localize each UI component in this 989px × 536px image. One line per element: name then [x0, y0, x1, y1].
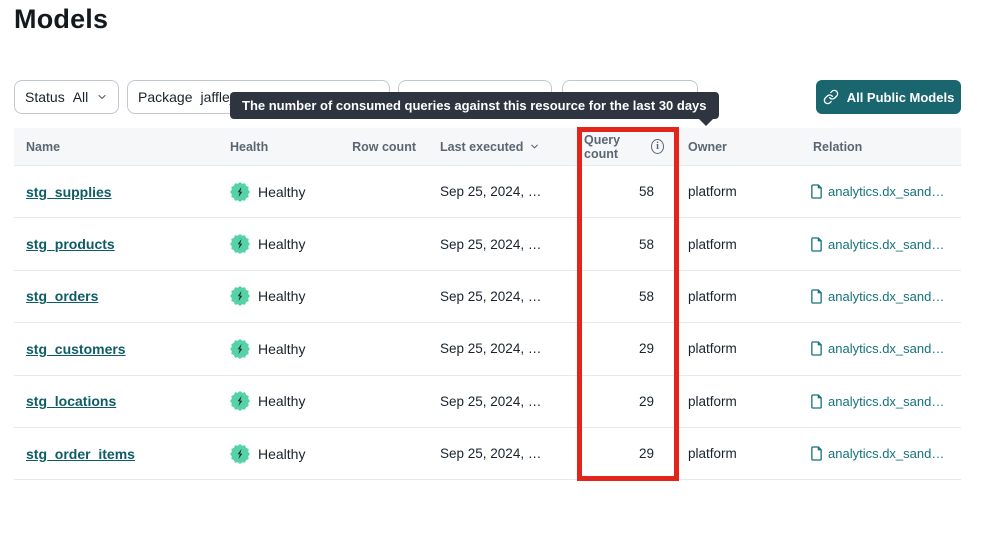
status-filter-value: All [73, 89, 89, 105]
last-executed-cell: Sep 25, 2024, … [424, 394, 564, 409]
last-executed-cell: Sep 25, 2024, … [424, 446, 564, 461]
healthy-badge-icon [230, 182, 250, 202]
owner-cell: platform [664, 394, 788, 409]
status-filter-dropdown[interactable]: Status All [14, 80, 119, 114]
relation-link[interactable]: analytics.dx_sand… [828, 289, 944, 304]
healthy-badge-icon [230, 444, 250, 464]
model-name-link[interactable]: stg_supplies [26, 184, 112, 200]
column-header-name[interactable]: Name [14, 140, 230, 154]
chevron-down-icon [96, 91, 108, 103]
column-header-last-executed[interactable]: Last executed [424, 140, 564, 154]
health-cell: Healthy [230, 391, 350, 411]
table-row: stg_products Healthy Sep 25, 2024, … 58 … [14, 218, 961, 270]
last-executed-cell: Sep 25, 2024, … [424, 237, 564, 252]
owner-cell: platform [664, 289, 788, 304]
relation-link[interactable]: analytics.dx_sand… [828, 237, 944, 252]
relation-cell[interactable]: analytics.dx_sand… [788, 446, 961, 461]
query-count-cell: 58 [564, 237, 664, 252]
healthy-badge-icon [230, 391, 250, 411]
health-cell: Healthy [230, 444, 350, 464]
owner-cell: platform [664, 237, 788, 252]
table-header-row: Name Health Row count Last executed Quer… [14, 128, 961, 166]
model-name-link[interactable]: stg_customers [26, 341, 126, 357]
table-row: stg_order_items Healthy Sep 25, 2024, … … [14, 428, 961, 480]
file-icon [810, 394, 823, 409]
column-header-query-count[interactable]: Query count i [564, 133, 664, 161]
query-count-cell: 58 [564, 289, 664, 304]
health-cell: Healthy [230, 182, 350, 202]
column-header-health[interactable]: Health [230, 140, 350, 154]
relation-link[interactable]: analytics.dx_sand… [828, 341, 944, 356]
table-row: stg_customers Healthy Sep 25, 2024, … 29… [14, 323, 961, 375]
relation-link[interactable]: analytics.dx_sand… [828, 184, 944, 199]
all-public-models-label: All Public Models [847, 90, 955, 105]
relation-cell[interactable]: analytics.dx_sand… [788, 341, 961, 356]
status-filter-label: Status [25, 89, 65, 105]
health-status-text: Healthy [258, 184, 305, 200]
health-cell: Healthy [230, 234, 350, 254]
query-count-cell: 58 [564, 184, 664, 199]
file-icon [810, 237, 823, 252]
model-name-link[interactable]: stg_products [26, 236, 115, 252]
relation-cell[interactable]: analytics.dx_sand… [788, 184, 961, 199]
relation-cell[interactable]: analytics.dx_sand… [788, 237, 961, 252]
all-public-models-button[interactable]: All Public Models [816, 80, 961, 114]
query-count-cell: 29 [564, 341, 664, 356]
health-status-text: Healthy [258, 341, 305, 357]
relation-cell[interactable]: analytics.dx_sand… [788, 394, 961, 409]
sort-chevron-icon[interactable] [529, 141, 540, 152]
relation-cell[interactable]: analytics.dx_sand… [788, 289, 961, 304]
column-header-row-count[interactable]: Row count [350, 140, 424, 154]
last-executed-cell: Sep 25, 2024, … [424, 184, 564, 199]
last-executed-cell: Sep 25, 2024, … [424, 289, 564, 304]
query-count-tooltip: The number of consumed queries against t… [230, 92, 719, 119]
file-icon [810, 341, 823, 356]
table-body: stg_supplies Healthy Sep 25, 2024, … 58 … [14, 166, 961, 480]
query-count-cell: 29 [564, 446, 664, 461]
models-page: Models Status All Package jaffle_ All Pu… [0, 0, 989, 536]
table-row: stg_orders Healthy Sep 25, 2024, … 58 pl… [14, 271, 961, 323]
health-cell: Healthy [230, 339, 350, 359]
owner-cell: platform [664, 341, 788, 356]
info-icon[interactable]: i [651, 139, 664, 154]
model-name-link[interactable]: stg_order_items [26, 446, 135, 462]
package-filter-label: Package [138, 89, 192, 105]
health-cell: Healthy [230, 286, 350, 306]
link-icon [823, 89, 839, 105]
owner-cell: platform [664, 446, 788, 461]
relation-link[interactable]: analytics.dx_sand… [828, 446, 944, 461]
last-executed-label: Last executed [440, 140, 523, 154]
healthy-badge-icon [230, 234, 250, 254]
health-status-text: Healthy [258, 288, 305, 304]
table-row: stg_supplies Healthy Sep 25, 2024, … 58 … [14, 166, 961, 218]
column-header-owner[interactable]: Owner [664, 140, 788, 154]
health-status-text: Healthy [258, 446, 305, 462]
column-header-relation[interactable]: Relation [788, 140, 961, 154]
models-table: Name Health Row count Last executed Quer… [14, 128, 961, 480]
file-icon [810, 289, 823, 304]
last-executed-cell: Sep 25, 2024, … [424, 341, 564, 356]
healthy-badge-icon [230, 339, 250, 359]
table-row: stg_locations Healthy Sep 25, 2024, … 29… [14, 376, 961, 428]
health-status-text: Healthy [258, 393, 305, 409]
query-count-label: Query count [584, 133, 646, 161]
model-name-link[interactable]: stg_orders [26, 288, 98, 304]
owner-cell: platform [664, 184, 788, 199]
query-count-cell: 29 [564, 394, 664, 409]
health-status-text: Healthy [258, 236, 305, 252]
model-name-link[interactable]: stg_locations [26, 393, 116, 409]
file-icon [810, 184, 823, 199]
healthy-badge-icon [230, 286, 250, 306]
page-title: Models [14, 4, 108, 35]
file-icon [810, 446, 823, 461]
relation-link[interactable]: analytics.dx_sand… [828, 394, 944, 409]
